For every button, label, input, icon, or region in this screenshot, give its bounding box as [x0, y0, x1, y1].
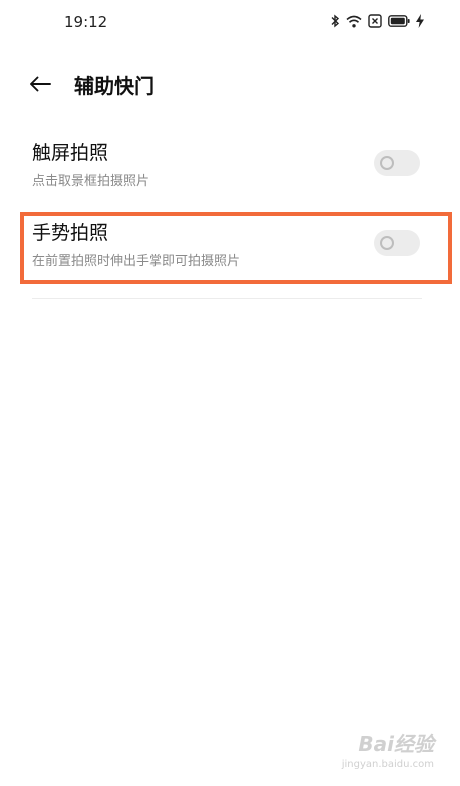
back-button[interactable] [26, 70, 54, 98]
watermark-logo: Bai经验 [358, 732, 434, 756]
toggle-knob [380, 236, 394, 250]
arrow-left-icon [30, 76, 51, 92]
header: 辅助快门 [0, 66, 460, 102]
watermark: Bai经验 jingyan.baidu.com [342, 728, 434, 770]
setting-row-touch-capture[interactable]: 触屏拍照 点击取景框拍摄照片 [0, 138, 460, 202]
sim-icon [368, 14, 382, 28]
battery-icon [388, 15, 410, 27]
status-icons [330, 14, 424, 28]
status-bar: 19:12 [0, 0, 460, 46]
wifi-icon [346, 15, 362, 28]
setting-title: 手势拍照 [32, 222, 109, 244]
status-time: 19:12 [64, 13, 108, 31]
divider [32, 298, 422, 299]
gesture-capture-toggle[interactable] [374, 230, 420, 256]
setting-title: 触屏拍照 [32, 142, 109, 164]
bluetooth-icon [330, 14, 340, 28]
watermark-url: jingyan.baidu.com [341, 759, 434, 770]
page-title: 辅助快门 [74, 74, 154, 98]
setting-row-gesture-capture[interactable]: 手势拍照 在前置拍照时伸出手掌即可拍摄照片 [0, 218, 460, 282]
setting-subtitle: 在前置拍照时伸出手掌即可拍摄照片 [32, 254, 241, 269]
touch-capture-toggle[interactable] [374, 150, 420, 176]
charging-icon [416, 14, 424, 28]
toggle-knob [380, 156, 394, 170]
setting-subtitle: 点击取景框拍摄照片 [32, 174, 150, 189]
